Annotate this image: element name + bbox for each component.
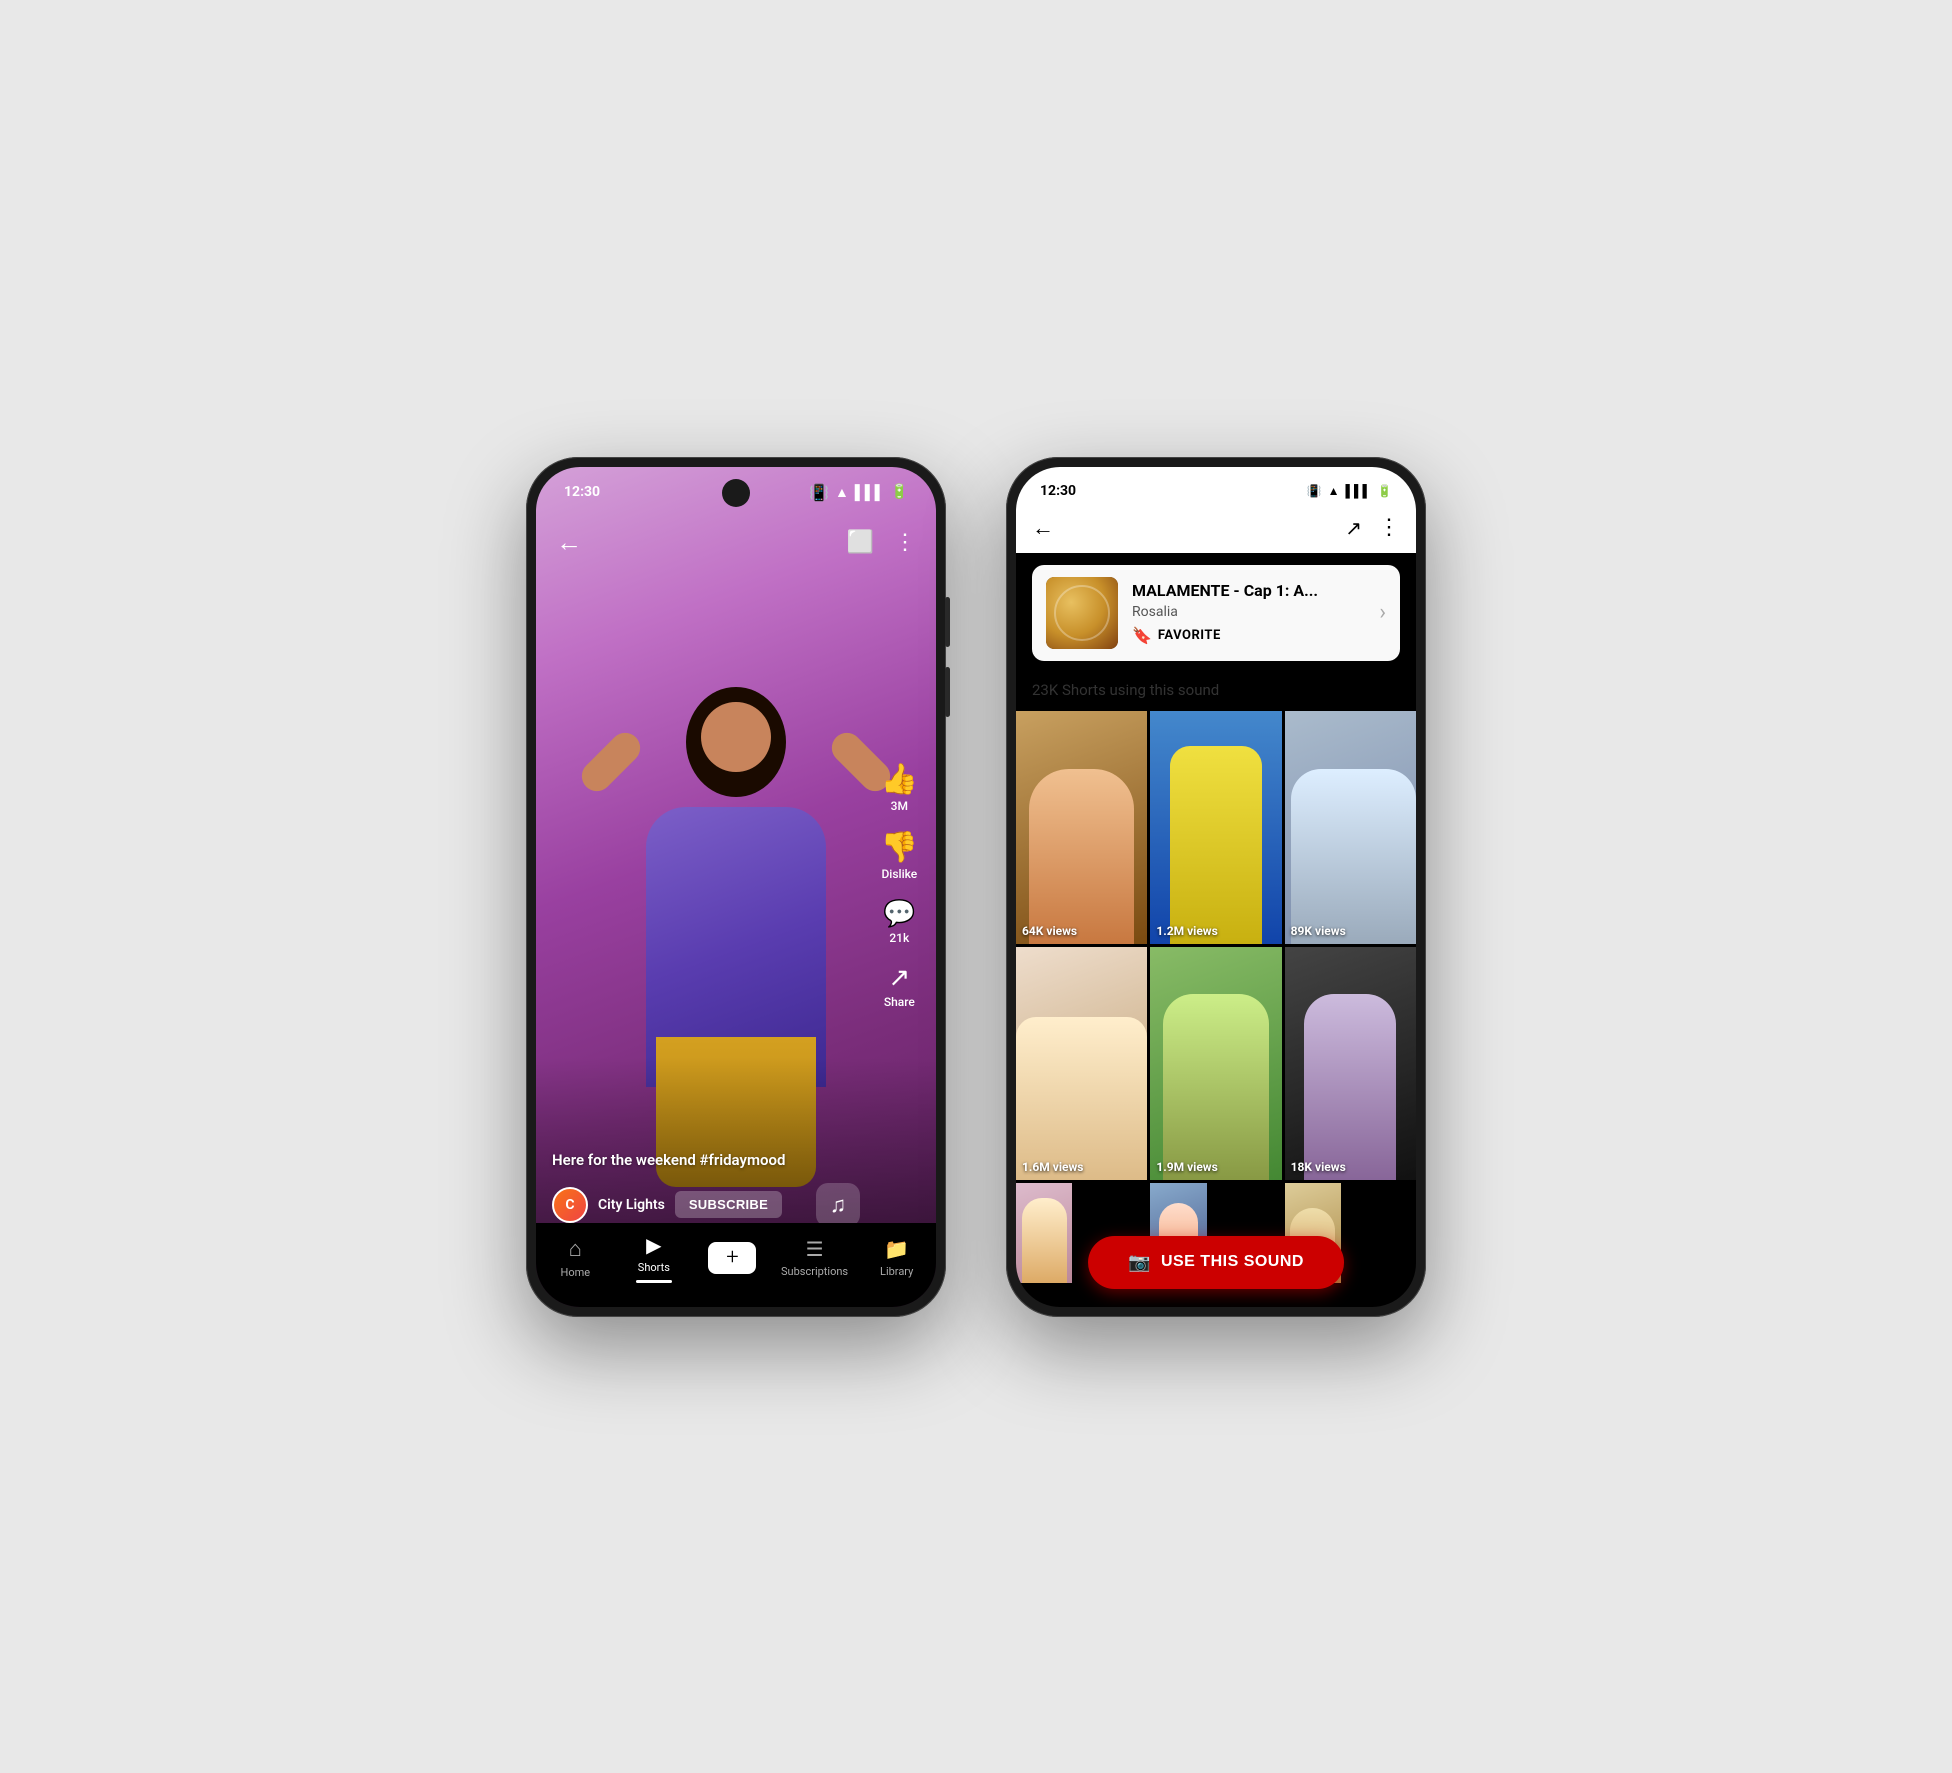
comments-icon: 💬 <box>883 901 915 927</box>
camera-icon: 📷 <box>1128 1252 1151 1273</box>
nav-shorts-label: Shorts <box>638 1261 670 1274</box>
front-camera <box>722 479 750 507</box>
music-button[interactable]: ♫ <box>816 1183 860 1227</box>
views-label-3: 89K views <box>1291 924 1346 938</box>
signal-icon-2: ▌▌▌ <box>1346 484 1372 498</box>
grid-item-7[interactable] <box>1016 1183 1072 1283</box>
channel-avatar[interactable]: C <box>552 1187 588 1223</box>
vibrate-icon-2: 📳 <box>1307 484 1322 498</box>
camera-button[interactable]: ⬜ <box>847 530 874 555</box>
subscribe-button[interactable]: SUBSCRIBE <box>675 1191 782 1218</box>
nav-library[interactable]: 📁 Library <box>867 1237 927 1278</box>
nav-home[interactable]: ⌂ Home <box>545 1236 605 1279</box>
more-options-button[interactable]: ⋮ <box>894 530 916 555</box>
sound-card[interactable]: MALAMENTE - Cap 1: A... Rosalia 🔖 FAVORI… <box>1032 565 1400 661</box>
right-actions: 👍 3M 👎 Dislike 💬 21k ↗ Share <box>881 765 918 1009</box>
like-icon: 👍 <box>881 765 918 795</box>
shorts-count: 23K Shorts using this sound <box>1016 673 1416 711</box>
sound-title: MALAMENTE - Cap 1: A... <box>1132 581 1365 600</box>
favorite-row[interactable]: 🔖 FAVORITE <box>1132 626 1365 645</box>
views-label-1: 64K views <box>1022 924 1077 938</box>
volume-up-button[interactable] <box>945 597 950 647</box>
status-icons-2: 📳 ▲ ▌▌▌ 🔋 <box>1307 484 1392 498</box>
share-button-2[interactable]: ↗ <box>1345 516 1362 540</box>
phone2-topbar: ← ↗ ⋮ <box>1016 507 1416 553</box>
nav-library-label: Library <box>880 1265 913 1278</box>
bookmark-icon: 🔖 <box>1132 626 1152 645</box>
nav-home-label: Home <box>560 1266 590 1279</box>
wifi-icon: ▲ <box>835 484 849 501</box>
video-bottom: Here for the weekend #fridaymood C City … <box>536 1151 876 1227</box>
shorts-grid: 64K views 1.2M views 89K views <box>1016 711 1416 1284</box>
grid-item-5[interactable]: 1.9M views <box>1150 947 1281 1180</box>
nav-subscriptions[interactable]: ☰ Subscriptions <box>781 1237 848 1278</box>
back-button-2[interactable]: ← <box>1032 515 1054 541</box>
views-label-4: 1.6M views <box>1022 1160 1083 1174</box>
phone-1: 12:30 📳 ▲ ▌▌▌ 🔋 ← ⬜ ⋮ 👍 <box>526 457 946 1317</box>
status-icons: 📳 ▲ ▌▌▌ 🔋 <box>809 483 908 502</box>
share-icon: ↗ <box>888 965 910 991</box>
comments-count: 21k <box>889 931 909 945</box>
views-label-5: 1.9M views <box>1156 1160 1217 1174</box>
video-caption: Here for the weekend #fridaymood <box>552 1151 860 1169</box>
subscriptions-icon: ☰ <box>806 1237 824 1261</box>
dislike-icon: 👎 <box>881 833 918 863</box>
front-camera-2 <box>1202 479 1230 507</box>
signal-icon: ▌▌▌ <box>855 484 885 501</box>
channel-name: City Lights <box>598 1197 665 1213</box>
music-note-icon: ♫ <box>830 1192 847 1218</box>
grid-item-6[interactable]: 18K views <box>1285 947 1416 1180</box>
phones-container: 12:30 📳 ▲ ▌▌▌ 🔋 ← ⬜ ⋮ 👍 <box>526 457 1426 1317</box>
dislike-label: Dislike <box>881 867 917 881</box>
nav-create[interactable]: + <box>702 1242 762 1274</box>
status-time: 12:30 <box>564 484 600 500</box>
dislike-button[interactable]: 👎 Dislike <box>881 833 918 881</box>
status-time-2: 12:30 <box>1040 483 1076 499</box>
p2-right-icons: ↗ ⋮ <box>1345 515 1400 540</box>
sound-thumbnail <box>1046 577 1118 649</box>
use-this-sound-button[interactable]: 📷 USE THIS SOUND <box>1088 1236 1344 1289</box>
share-button[interactable]: ↗ Share <box>884 965 915 1009</box>
active-indicator <box>636 1280 672 1283</box>
more-options-button-2[interactable]: ⋮ <box>1378 515 1400 540</box>
views-label-2: 1.2M views <box>1156 924 1217 938</box>
grid-item-4[interactable]: 1.6M views <box>1016 947 1147 1180</box>
chevron-right-icon[interactable]: › <box>1379 600 1386 625</box>
vibrate-icon: 📳 <box>809 483 829 502</box>
shorts-icon: ▶ <box>646 1233 661 1257</box>
views-label-6: 18K views <box>1291 1160 1346 1174</box>
home-icon: ⌂ <box>569 1236 582 1262</box>
sound-artist: Rosalia <box>1132 604 1365 620</box>
battery-icon-2: 🔋 <box>1377 484 1392 498</box>
library-icon: 📁 <box>884 1237 909 1261</box>
favorite-label: FAVORITE <box>1158 628 1221 643</box>
bottom-nav: ⌂ Home ▶ Shorts + ☰ Subscriptions 📁 <box>536 1223 936 1307</box>
like-count: 3M <box>891 799 908 813</box>
volume-down-button[interactable] <box>945 667 950 717</box>
create-icon: + <box>708 1242 756 1274</box>
battery-icon: 🔋 <box>891 484 908 500</box>
use-sound-label: USE THIS SOUND <box>1161 1253 1304 1271</box>
like-button[interactable]: 👍 3M <box>881 765 918 813</box>
grid-item-3[interactable]: 89K views <box>1285 711 1416 944</box>
nav-subscriptions-label: Subscriptions <box>781 1265 848 1278</box>
sound-info: MALAMENTE - Cap 1: A... Rosalia 🔖 FAVORI… <box>1132 581 1365 645</box>
channel-row: C City Lights SUBSCRIBE ♫ <box>552 1183 860 1227</box>
nav-shorts[interactable]: ▶ Shorts <box>624 1233 684 1283</box>
phone1-topbar: ← ⬜ ⋮ <box>536 519 936 566</box>
share-label: Share <box>884 995 915 1009</box>
comments-button[interactable]: 💬 21k <box>883 901 915 945</box>
back-button[interactable]: ← <box>556 527 582 558</box>
grid-item-2[interactable]: 1.2M views <box>1150 711 1281 944</box>
phone-2: 12:30 📳 ▲ ▌▌▌ 🔋 ← ↗ ⋮ <box>1006 457 1426 1317</box>
grid-item-1[interactable]: 64K views <box>1016 711 1147 944</box>
phone-1-screen: 12:30 📳 ▲ ▌▌▌ 🔋 ← ⬜ ⋮ 👍 <box>536 467 936 1307</box>
wifi-icon-2: ▲ <box>1328 484 1340 498</box>
phone-2-screen: 12:30 📳 ▲ ▌▌▌ 🔋 ← ↗ ⋮ <box>1016 467 1416 1307</box>
